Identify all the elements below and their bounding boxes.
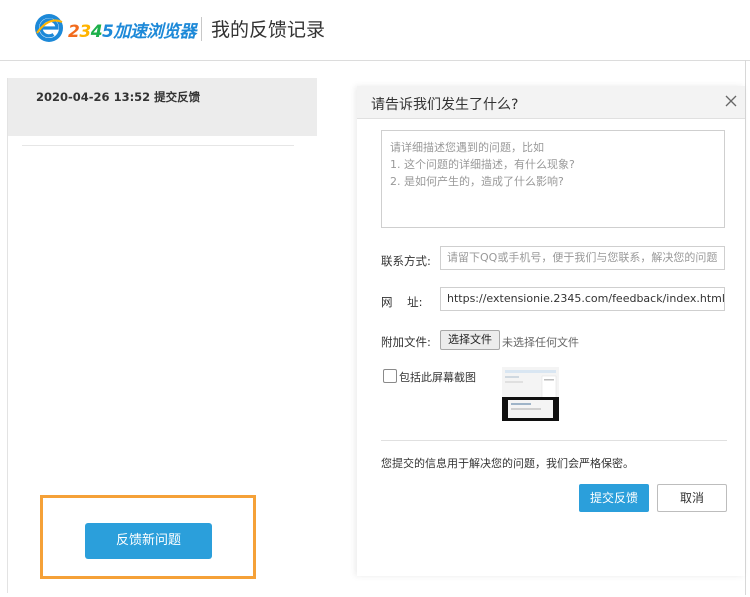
dialog-divider — [381, 440, 727, 441]
record-divider — [22, 145, 294, 146]
choose-file-button[interactable]: 选择文件 — [440, 330, 500, 350]
screenshot-checkbox-label: 包括此屏幕截图 — [399, 371, 476, 384]
browser-logo-icon — [35, 14, 63, 42]
app-header: 2345加速浏览器 我的反馈记录 — [0, 0, 750, 60]
content-left-border — [7, 78, 8, 593]
submit-feedback-button[interactable]: 提交反馈 — [579, 484, 649, 512]
feedback-record-item[interactable]: 2020-04-26 13:52 提交反馈 — [8, 78, 317, 136]
record-label: 2020-04-26 13:52 提交反馈 — [36, 90, 201, 104]
content-top-border — [0, 60, 750, 61]
file-status-text: 未选择任何文件 — [502, 336, 579, 349]
attachment-label: 附加文件: — [381, 335, 431, 349]
close-icon[interactable] — [723, 93, 739, 109]
content-right-border — [745, 60, 746, 595]
contact-input[interactable]: 请留下QQ或手机号，便于我们与您联系，解决您的问题 — [440, 246, 725, 270]
url-input[interactable]: https://extensionie.2345.com/feedback/in… — [440, 287, 725, 311]
url-label: 网 址: — [381, 295, 423, 309]
header-divider — [201, 17, 202, 41]
page-title: 我的反馈记录 — [211, 19, 326, 41]
screenshot-checkbox[interactable] — [383, 369, 397, 383]
dialog-title-bar: 请告诉我们发生了什么? — [357, 86, 745, 119]
privacy-note: 您提交的信息用于解决您的问题，我们会严格保密。 — [381, 457, 634, 470]
description-textarea[interactable]: 请详细描述您遇到的问题，比如 1. 这个问题的详细描述，有什么现象? 2. 是如… — [381, 130, 725, 228]
description-placeholder-line: 1. 这个问题的详细描述，有什么现象? — [390, 158, 575, 171]
description-placeholder-line: 请详细描述您遇到的问题，比如 — [390, 141, 544, 154]
screenshot-thumbnail — [502, 367, 559, 421]
new-feedback-button[interactable]: 反馈新问题 — [85, 523, 212, 559]
dialog-title: 请告诉我们发生了什么? — [371, 97, 519, 113]
brand-name: 2345加速浏览器 — [68, 22, 196, 42]
description-placeholder-line: 2. 是如何产生的，造成了什么影响? — [390, 175, 564, 188]
contact-label: 联系方式: — [381, 254, 431, 268]
cancel-button[interactable]: 取消 — [657, 484, 727, 512]
feedback-dialog: 请告诉我们发生了什么? 请详细描述您遇到的问题，比如 1. 这个问题的详细描述，… — [357, 86, 745, 576]
